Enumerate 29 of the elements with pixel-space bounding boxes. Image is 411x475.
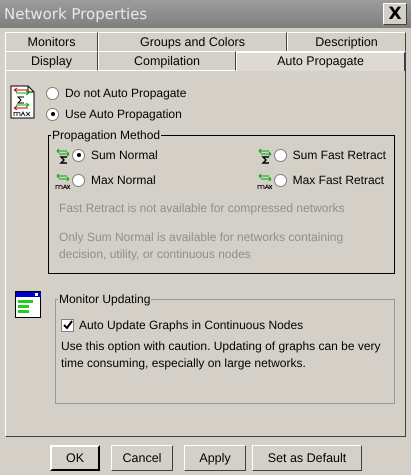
note-text: Fast Retract is not available for compressed networks: [59, 200, 346, 217]
radio-button[interactable]: Use Auto Propagation: [46, 107, 182, 121]
close-button[interactable]: X: [383, 3, 407, 25]
sigma-arrows-icon: [55, 148, 71, 165]
dialog-button[interactable]: Apply: [184, 445, 246, 471]
radio-button[interactable]: Do not Auto Propagate: [46, 86, 186, 100]
radio-button[interactable]: Sum Normal: [72, 148, 158, 162]
tab[interactable]: Monitors: [5, 32, 98, 51]
checkmark-icon: [62, 320, 72, 330]
window-title: Network Properties: [4, 5, 148, 23]
checkbox[interactable]: Auto Update Graphs in Continuous Nodes: [61, 318, 388, 332]
dialog-button[interactable]: OK: [50, 445, 100, 471]
propagation-document-icon: [10, 85, 35, 119]
tab[interactable]: Compilation: [98, 51, 236, 71]
note-text: Only Sum Normal is available for networks containing decision, utility, or continuous nodes: [59, 229, 344, 263]
group-title: Monitor Updating: [58, 292, 152, 306]
sigma-arrows-icon: [256, 148, 273, 165]
tab[interactable]: Display: [5, 51, 98, 71]
group-title: Propagation Method: [51, 128, 162, 142]
monitor-window-icon: [15, 291, 42, 319]
radio-button[interactable]: Max Fast Retract: [274, 173, 384, 187]
radio-button[interactable]: Sum Fast Retract: [274, 148, 386, 162]
tab[interactable]: Auto Propagate: [236, 51, 406, 71]
note-text: Use this option with caution. Updating of graphs can be very time consuming, especially on large networks.: [61, 338, 382, 372]
radio-button[interactable]: Max Normal: [72, 173, 156, 187]
max-arrows-icon: [256, 173, 273, 190]
max-arrows-icon: [55, 173, 71, 190]
dialog-button[interactable]: Cancel: [111, 445, 173, 471]
dialog-button[interactable]: Set as Default: [252, 445, 362, 471]
